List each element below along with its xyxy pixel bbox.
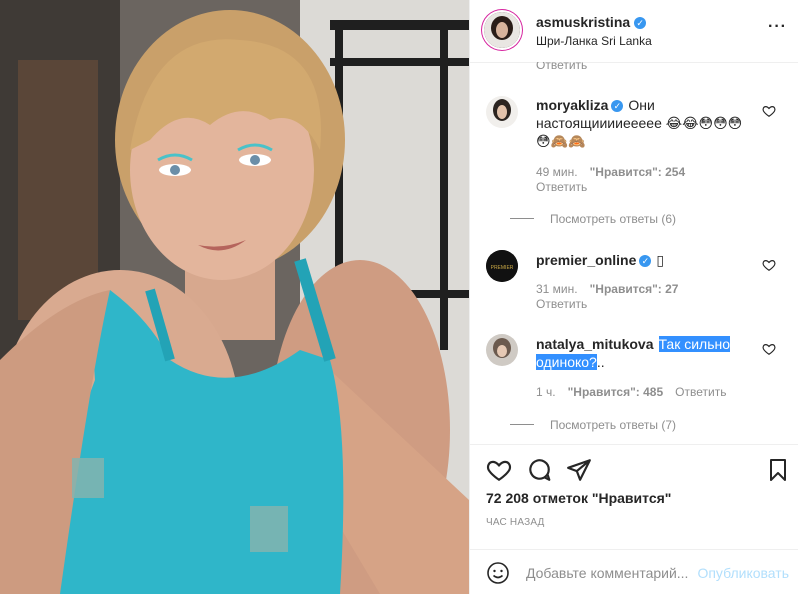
reply-link[interactable]: Ответить (536, 62, 587, 72)
svg-text:PREMIER: PREMIER (491, 265, 514, 271)
verified-icon: ✓ (611, 100, 624, 112)
post-actions: 72 208 отметок "Нравится" ЧАС НАЗАД Доба… (470, 444, 798, 595)
comment-meta: 31 мин. "Нравится": 27 (536, 282, 690, 296)
instagram-post: asmuskristina ✓ Шри-Ланка Sri Lanka ··· О… (0, 0, 798, 594)
post-timestamp[interactable]: ЧАС НАЗАД (486, 517, 545, 528)
comment-likes[interactable]: "Нравится": 485 (568, 385, 664, 399)
comment-text: premier_online ✓ ▯ (536, 251, 756, 269)
bookmark-icon[interactable] (766, 457, 790, 483)
verified-icon: ✓ (639, 255, 652, 267)
verified-icon: ✓ (634, 17, 647, 29)
comment-icon[interactable] (526, 457, 552, 483)
comment-time[interactable]: 31 мин. (536, 282, 578, 296)
reply-link[interactable]: Ответить (536, 180, 587, 194)
author-avatar[interactable] (484, 12, 520, 48)
commenter-avatar[interactable] (486, 96, 518, 128)
avatar-image (486, 334, 518, 366)
more-options-icon[interactable]: ··· (768, 18, 787, 36)
add-comment-bar: Добавьте комментарий... Опубликовать (470, 549, 798, 596)
comment-body: .. (596, 354, 605, 370)
author-username[interactable]: asmuskristina ✓ (536, 14, 647, 30)
view-replies-line (510, 424, 534, 425)
commenter-avatar[interactable] (486, 334, 518, 366)
likes-count[interactable]: 72 208 отметок "Нравится" (486, 490, 671, 506)
comment-likes[interactable]: "Нравится": 27 (590, 282, 679, 296)
reply-link[interactable]: Ответить (536, 297, 587, 311)
view-replies[interactable]: Посмотреть ответы (7) (510, 418, 676, 432)
post-panel: asmuskristina ✓ Шри-Ланка Sri Lanka ··· О… (469, 0, 798, 594)
heart-icon[interactable] (762, 342, 776, 356)
premier-logo-icon: PREMIER (486, 250, 518, 282)
avatar-image (486, 96, 518, 128)
view-replies-label[interactable]: Посмотреть ответы (6) (550, 212, 676, 226)
heart-icon[interactable] (486, 457, 512, 483)
post-photo[interactable] (0, 0, 469, 594)
comment-input[interactable]: Добавьте комментарий... (526, 565, 688, 581)
comment-time[interactable]: 49 мин. (536, 165, 578, 179)
view-replies-line (510, 218, 534, 219)
comments-list[interactable]: Ответить moryakliza ✓ Они настоящииииеееее… (470, 62, 798, 444)
view-replies-label[interactable]: Посмотреть ответы (7) (550, 418, 676, 432)
comment-time[interactable]: 1 ч. (536, 385, 556, 399)
view-replies[interactable]: Посмотреть ответы (6) (510, 212, 676, 226)
comment-meta: 49 мин. "Нравится": 254 (536, 165, 697, 179)
post-header: asmuskristina ✓ Шри-Ланка Sri Lanka ··· (470, 0, 798, 63)
comment-meta: 1 ч. "Нравится": 485 Ответить (536, 385, 738, 399)
comment-username[interactable]: premier_online (536, 252, 636, 268)
publish-button[interactable]: Опубликовать (697, 565, 789, 581)
censor-blur (250, 506, 288, 552)
comment-body: ▯ (656, 252, 665, 268)
commenter-avatar[interactable]: PREMIER (486, 250, 518, 282)
photo-illustration (0, 0, 469, 594)
comment-text: natalya_mitukova Так сильно одиноко?.. (536, 335, 756, 371)
comment-username[interactable]: natalya_mitukova (536, 336, 654, 352)
censor-blur (72, 458, 104, 498)
reply-link[interactable]: Ответить (675, 385, 726, 399)
author-username-text[interactable]: asmuskristina (536, 14, 630, 30)
share-icon[interactable] (566, 457, 592, 483)
heart-icon[interactable] (762, 258, 776, 272)
comment-username[interactable]: moryakliza (536, 97, 608, 113)
post-location[interactable]: Шри-Ланка Sri Lanka (536, 34, 652, 48)
avatar-image (484, 12, 520, 48)
comment-likes[interactable]: "Нравится": 254 (590, 165, 686, 179)
heart-icon[interactable] (762, 104, 776, 118)
comment-text: moryakliza ✓ Они настоящииииеееее 😂😂😳😳😳 😳🙈… (536, 96, 756, 150)
emoji-icon[interactable] (486, 561, 510, 585)
